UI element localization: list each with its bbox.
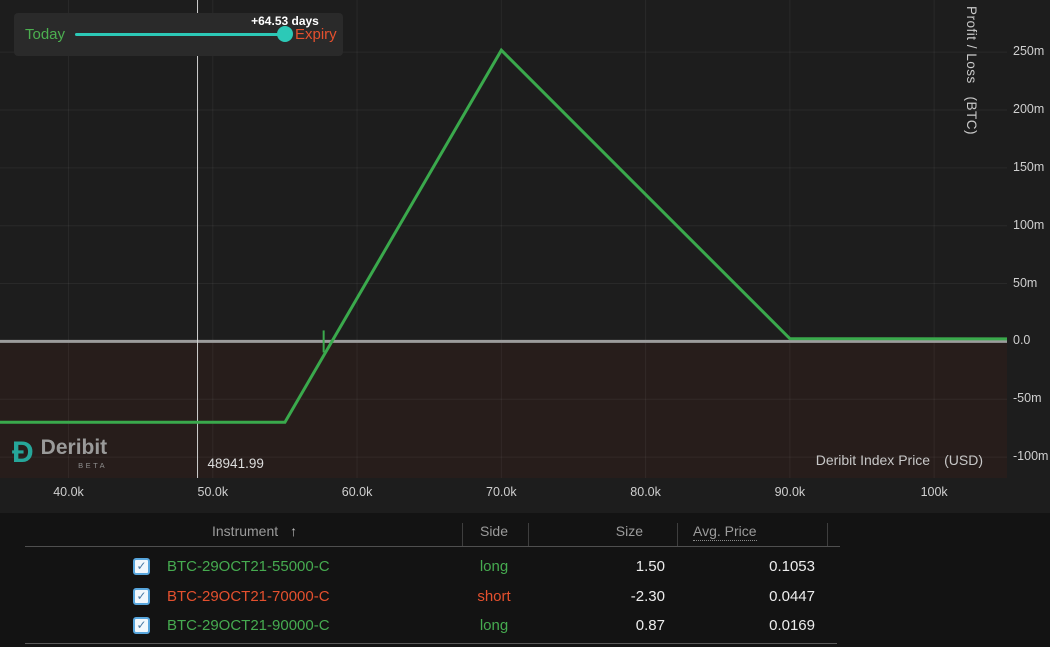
deribit-position-builder: Profit / Loss (BTC) 48941.99 Deribit Ind… <box>0 0 1050 647</box>
deribit-d-icon: Đ <box>12 436 34 470</box>
header-divider <box>25 546 840 547</box>
x-axis-tick-label: 50.0k <box>183 485 243 499</box>
x-axis-tick-label: 100k <box>904 485 964 499</box>
position-side: long <box>459 555 529 579</box>
column-divider <box>462 523 463 547</box>
slider-handle[interactable] <box>277 26 293 42</box>
time-to-expiry-slider: Today +64.53 days Expiry <box>14 13 343 56</box>
position-side: short <box>459 585 529 609</box>
table-bottom-divider <box>25 643 837 644</box>
pnl-chart: Profit / Loss (BTC) 48941.99 Deribit Ind… <box>0 0 1050 513</box>
today-label: Today <box>25 26 65 43</box>
position-size: -2.30 <box>555 585 665 609</box>
y-axis-tick-label: -100m <box>1013 449 1049 463</box>
column-divider <box>528 523 529 547</box>
deribit-beta-tag: BETA <box>78 461 107 470</box>
position-side: long <box>459 614 529 638</box>
x-axis-title: Deribit Index Price (USD) <box>816 452 983 468</box>
instrument-name[interactable]: BTC-29OCT21-90000-C <box>167 614 330 638</box>
y-axis-title: Profit / Loss (BTC) <box>964 6 979 135</box>
y-axis-tick-label: 0.0 <box>1013 333 1049 347</box>
position-checkbox[interactable]: ✓ <box>133 588 150 605</box>
y-axis-tick-label: 100m <box>1013 218 1049 232</box>
positions-table: Instrument↑ Side Size Avg. Price ✓ BTC-2… <box>0 513 1050 647</box>
instrument-name[interactable]: BTC-29OCT21-70000-C <box>167 585 330 609</box>
x-axis-tick-label: 40.0k <box>39 485 99 499</box>
x-axis-tick-label: 90.0k <box>760 485 820 499</box>
expiry-label: Expiry <box>295 26 337 43</box>
x-axis-title-text: Deribit Index Price <box>816 452 930 468</box>
table-row: ✓ BTC-29OCT21-90000-C long 0.87 0.0169 <box>0 614 1050 638</box>
instrument-name[interactable]: BTC-29OCT21-55000-C <box>167 555 330 579</box>
column-divider <box>677 523 678 547</box>
sort-ascending-icon: ↑ <box>290 523 297 539</box>
slider-track[interactable] <box>75 33 285 36</box>
position-avg-price: 0.1053 <box>705 555 815 579</box>
position-checkbox[interactable]: ✓ <box>133 617 150 634</box>
column-header-side: Side <box>459 523 529 539</box>
current-index-price-value: 48941.99 <box>208 456 264 471</box>
column-header-size: Size <box>533 523 643 539</box>
deribit-brand-text: Deribit <box>41 436 108 460</box>
y-axis-tick-label: -50m <box>1013 391 1049 405</box>
position-size: 0.87 <box>555 614 665 638</box>
y-axis-tick-label: 200m <box>1013 102 1049 116</box>
position-checkbox[interactable]: ✓ <box>133 558 150 575</box>
table-row: ✓ BTC-29OCT21-55000-C long 1.50 0.1053 <box>0 555 1050 579</box>
x-axis-tick-label: 60.0k <box>327 485 387 499</box>
y-axis-tick-label: 150m <box>1013 160 1049 174</box>
column-divider <box>827 523 828 547</box>
y-axis-tick-label: 250m <box>1013 44 1049 58</box>
position-avg-price: 0.0169 <box>705 614 815 638</box>
table-row: ✓ BTC-29OCT21-70000-C short -2.30 0.0447 <box>0 585 1050 609</box>
position-size: 1.50 <box>555 555 665 579</box>
pnl-chart-canvas <box>0 0 1007 478</box>
x-axis-tick-label: 70.0k <box>471 485 531 499</box>
x-axis-unit: (USD) <box>944 452 983 468</box>
y-axis-tick-label: 50m <box>1013 276 1049 290</box>
column-header-instrument[interactable]: Instrument↑ <box>212 523 297 539</box>
x-axis-tick-label: 80.0k <box>616 485 676 499</box>
column-header-avg-price[interactable]: Avg. Price <box>693 523 757 541</box>
deribit-logo: Đ Deribit BETA <box>12 436 107 470</box>
position-avg-price: 0.0447 <box>705 585 815 609</box>
